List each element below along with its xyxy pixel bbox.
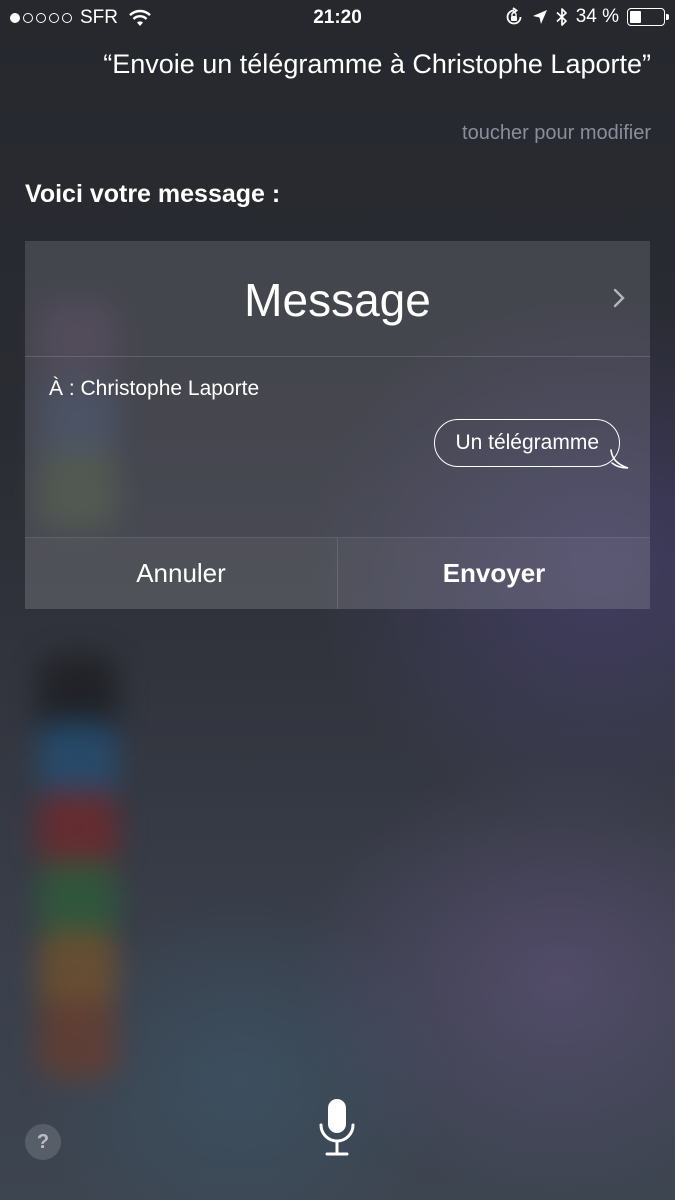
background-blur	[38, 790, 118, 870]
siri-query[interactable]: “Envoie un télégramme à Christophe Lapor…	[91, 48, 651, 80]
message-bubble: Un télégramme	[434, 419, 629, 469]
chevron-right-icon[interactable]	[612, 287, 626, 309]
bubble-tail-icon	[610, 449, 629, 469]
background-blur	[38, 930, 118, 1010]
help-button[interactable]: ?	[25, 1124, 61, 1160]
recipient-label: À : Christophe Laporte	[49, 377, 260, 400]
message-text: Un télégramme	[455, 431, 599, 454]
battery-icon	[627, 8, 669, 26]
microphone-icon[interactable]	[317, 1097, 357, 1159]
location-arrow-icon	[532, 10, 547, 24]
tap-to-edit-hint[interactable]: toucher pour modifier	[462, 122, 651, 145]
card-title: Message	[244, 274, 431, 326]
siri-response-heading: Voici votre message :	[25, 180, 281, 208]
background-blur	[38, 720, 118, 800]
message-bubble-body: Un télégramme	[434, 419, 620, 467]
send-button[interactable]: Envoyer	[338, 538, 650, 609]
battery-level	[630, 11, 641, 23]
message-card: Message À : Christophe Laporte Un télégr…	[25, 241, 650, 609]
orientation-lock-icon	[506, 7, 522, 25]
background-blur	[38, 1000, 118, 1080]
message-card-header[interactable]: Message	[25, 241, 650, 357]
status-bar: SFR 21:20 34 %	[0, 0, 675, 36]
status-right: 34 %	[504, 6, 669, 28]
cancel-button[interactable]: Annuler	[25, 538, 338, 609]
background-blur	[38, 860, 118, 940]
battery-percentage: 34 %	[575, 6, 619, 27]
bluetooth-icon	[556, 8, 567, 26]
card-actions: Annuler Envoyer	[25, 537, 650, 609]
